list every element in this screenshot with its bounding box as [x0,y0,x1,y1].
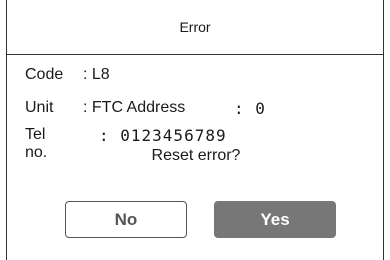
unit-address-value: : 0 [234,99,266,118]
error-dialog: Error Code : L8 Unit : FTC Address : 0 T… [6,0,384,260]
dialog-title: Error [179,19,211,35]
reset-prompt-row: Reset error? [7,147,385,165]
tel-value: : 0123456789 [99,126,227,145]
yes-button-label: Yes [260,209,290,229]
yes-button[interactable]: Yes [214,201,336,238]
dialog-title-bar: Error [7,0,383,55]
code-value: : L8 [83,66,110,83]
no-button[interactable]: No [65,201,187,238]
unit-value: : FTC Address [83,99,186,116]
unit-label: Unit [25,99,54,116]
code-label: Code [25,66,64,83]
reset-prompt: Reset error? [151,147,241,164]
no-button-label: No [114,209,138,229]
